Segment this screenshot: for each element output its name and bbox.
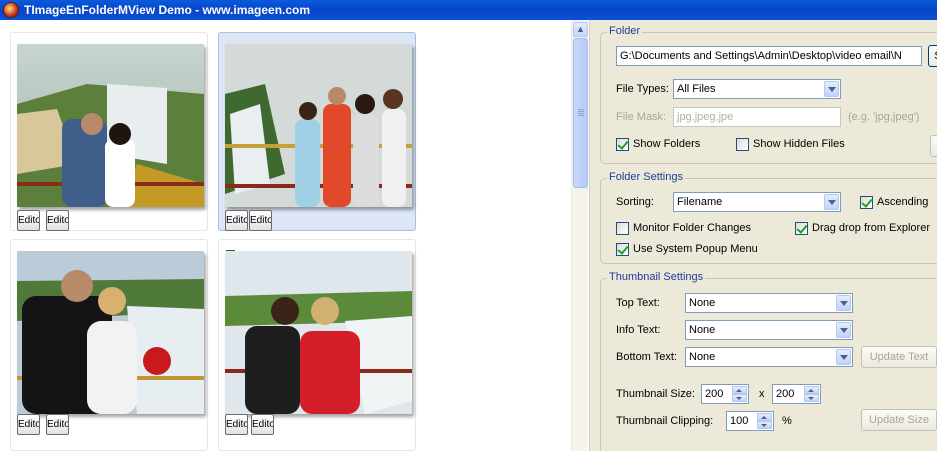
folder-group: Folder G:\Documents and Settings\Admin\D… xyxy=(600,25,937,164)
sorting-value: Filename xyxy=(677,196,723,208)
editor-button[interactable]: Editor xyxy=(46,210,69,231)
update-text-button[interactable]: Update Text xyxy=(861,346,937,368)
update-size-button[interactable]: Update Size xyxy=(861,409,937,431)
spin-down-icon[interactable] xyxy=(732,394,747,402)
bottom-text-select[interactable]: None xyxy=(685,347,853,367)
checkbox-icon xyxy=(860,196,873,209)
ascending-label: Ascending xyxy=(877,196,929,208)
editor-button[interactable]: Editor xyxy=(251,414,274,435)
folder-settings-group: Folder Settings Sorting: Filename Ascend… xyxy=(600,171,937,264)
thumbnail-photo xyxy=(225,44,412,207)
spin-buttons[interactable] xyxy=(804,386,819,402)
editor-button[interactable]: Editor xyxy=(17,210,40,231)
top-text-label: Top Text: xyxy=(616,297,660,309)
file-mask-field[interactable]: jpg,jpeg,jpe xyxy=(673,107,841,127)
editor-button[interactable]: Editor xyxy=(17,414,40,435)
file-mask-label: File Mask: xyxy=(616,111,667,123)
checkbox-icon xyxy=(616,243,629,256)
monitor-label: Monitor Folder Changes xyxy=(633,222,752,234)
info-text-value: None xyxy=(689,324,716,336)
thumbnail-photo xyxy=(17,44,204,207)
chevron-down-icon[interactable] xyxy=(836,295,851,311)
drag-drop-label: Drag drop from Explorer xyxy=(812,222,930,234)
file-types-label: File Types: xyxy=(616,83,669,95)
spin-buttons[interactable] xyxy=(732,386,747,402)
info-text-label: Info Text: xyxy=(616,324,661,336)
thumbnail-photo xyxy=(17,251,204,414)
file-types-select[interactable]: All Files xyxy=(673,79,841,99)
thumbnail-item[interactable]: Editor Editor xyxy=(10,239,208,451)
popup-menu-label: Use System Popup Menu xyxy=(633,243,758,255)
editor-button[interactable]: Editor xyxy=(46,414,69,435)
grip-icon xyxy=(578,109,584,117)
thumbnail-width-value: 200 xyxy=(705,388,724,400)
chevron-down-icon[interactable] xyxy=(836,322,851,338)
thumbnail-size-label: Thumbnail Size: xyxy=(616,388,695,400)
size-separator: x xyxy=(759,388,765,400)
top-text-select[interactable]: None xyxy=(685,293,853,313)
show-hidden-label: Show Hidden Files xyxy=(753,138,845,150)
file-types-value: All Files xyxy=(677,83,716,95)
thumbnail-scrollbar[interactable]: ▲ xyxy=(571,20,588,451)
top-text-value: None xyxy=(689,297,716,309)
sorting-select[interactable]: Filename xyxy=(673,192,841,212)
info-text-select[interactable]: None xyxy=(685,320,853,340)
chevron-down-icon[interactable] xyxy=(824,81,839,97)
bottom-text-value: None xyxy=(689,351,716,363)
spin-up-icon[interactable] xyxy=(804,386,819,394)
show-folders-checkbox[interactable]: Show Folders xyxy=(616,138,726,152)
editor-button[interactable]: Editor xyxy=(225,210,248,231)
show-hidden-files-checkbox[interactable]: Show Hidden Files xyxy=(736,138,876,152)
scrollbar-thumb[interactable] xyxy=(573,38,588,188)
thumbnail-clipping-label: Thumbnail Clipping: xyxy=(616,415,714,427)
spin-down-icon[interactable] xyxy=(804,394,819,402)
checkbox-icon xyxy=(736,138,749,151)
thumbnail-clipping-spinner[interactable]: 100 xyxy=(726,411,774,431)
browse-button[interactable]: S xyxy=(928,45,937,67)
thumbnail-item[interactable]: Editor Editor xyxy=(10,32,208,231)
thumbnail-height-spinner[interactable]: 200 xyxy=(772,384,821,404)
monitor-folder-changes-checkbox[interactable]: Monitor Folder Changes xyxy=(616,222,776,236)
show-folders-label: Show Folders xyxy=(633,138,701,150)
ascending-checkbox[interactable]: Ascending xyxy=(860,196,937,210)
window-title: TImageEnFolderMView Demo - www.imageen.c… xyxy=(24,3,311,17)
group-title: Thumbnail Settings xyxy=(607,271,706,283)
chevron-down-icon[interactable] xyxy=(836,349,851,365)
spin-down-icon[interactable] xyxy=(757,421,772,429)
editor-button[interactable]: Editor xyxy=(225,414,248,435)
thumbnail-clipping-value: 100 xyxy=(730,415,749,427)
thumbnail-view[interactable]: Editor Editor Editor Editor xyxy=(0,20,571,451)
sorting-label: Sorting: xyxy=(616,196,654,208)
checkbox-icon xyxy=(795,222,808,235)
spin-up-icon[interactable] xyxy=(757,413,772,421)
checkbox-icon xyxy=(616,138,629,151)
spin-up-icon[interactable] xyxy=(732,386,747,394)
app-icon xyxy=(3,2,19,18)
thumbnail-width-spinner[interactable]: 200 xyxy=(701,384,749,404)
system-popup-menu-checkbox[interactable]: Use System Popup Menu xyxy=(616,243,776,257)
editor-button[interactable]: Editor xyxy=(249,210,272,231)
file-mask-hint: (e.g. 'jpg,jpeg') xyxy=(848,111,920,123)
title-bar: TImageEnFolderMView Demo - www.imageen.c… xyxy=(0,0,937,20)
settings-panel: Folder G:\Documents and Settings\Admin\D… xyxy=(589,20,937,451)
folder-path-field[interactable]: G:\Documents and Settings\Admin\Desktop\… xyxy=(616,46,922,66)
drag-drop-checkbox[interactable]: Drag drop from Explorer xyxy=(795,222,937,236)
thumbnail-photo xyxy=(225,251,412,414)
spin-buttons[interactable] xyxy=(757,413,772,429)
thumbnail-item-selected[interactable]: Editor Editor xyxy=(218,32,416,231)
chevron-down-icon[interactable] xyxy=(824,194,839,210)
scroll-up-button[interactable]: ▲ xyxy=(573,22,588,37)
group-title: Folder Settings xyxy=(607,171,685,183)
thumbnail-settings-group: Thumbnail Settings Top Text: None Info T… xyxy=(600,271,937,451)
checkbox-icon xyxy=(616,222,629,235)
group-title: Folder xyxy=(607,25,643,37)
thumbnail-height-value: 200 xyxy=(776,388,795,400)
percent-label: % xyxy=(782,415,792,427)
bottom-text-label: Bottom Text: xyxy=(616,351,677,363)
folder-extra-button[interactable] xyxy=(930,135,937,157)
thumbnail-item[interactable]: Editor Editor xyxy=(218,239,416,451)
